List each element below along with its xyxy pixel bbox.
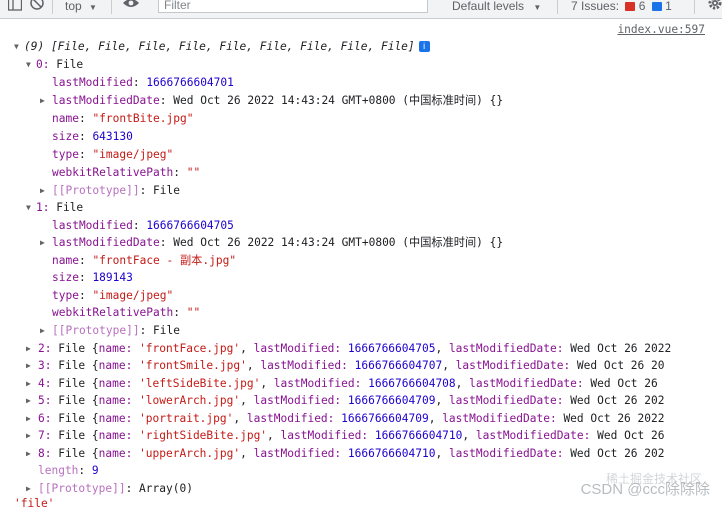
prop-last-modified: lastModified: 1666766604705 xyxy=(52,219,234,232)
context-label: top xyxy=(65,0,82,13)
context-selector[interactable]: top ▼ xyxy=(65,0,97,14)
prop-type: type: "image/jpeg" xyxy=(52,148,174,161)
expand-arrow-icon[interactable]: ▶ xyxy=(26,427,38,444)
collapsed-entry[interactable]: ▶ 6: File {name: 'portrait.jpg', lastModi… xyxy=(26,410,664,427)
info-count: 1 xyxy=(665,0,672,13)
prop-size: size: 643130 xyxy=(52,130,133,143)
expand-arrow-icon[interactable]: ▶ xyxy=(26,357,38,374)
info-badge-icon xyxy=(651,2,662,11)
prop-value: Wed Oct 26 2022 14:43:24 GMT+0800 (中国标准时… xyxy=(173,94,504,107)
info-icon[interactable]: i xyxy=(418,41,430,52)
prop-value: 9 xyxy=(91,464,99,477)
entry-key: 1: xyxy=(36,201,57,214)
prop-value: File xyxy=(153,324,180,337)
prop-size: size: 189143 xyxy=(52,271,133,284)
errors-count: 6 xyxy=(638,0,646,13)
issues-button[interactable]: 7 Issues: 6 1 xyxy=(571,0,672,14)
expand-arrow-icon[interactable]: ▶ xyxy=(26,392,38,409)
watermark-csdn: CSDN @ccc除除除 xyxy=(580,481,710,498)
prop-prototype[interactable]: ▶ [[Prototype]]: File xyxy=(40,322,180,339)
entry-type: File xyxy=(56,201,84,214)
prop-type: type: "image/jpeg" xyxy=(52,289,174,302)
prop-prototype[interactable]: ▶ [[Prototype]]: File xyxy=(40,182,180,199)
prop-value: 643130 xyxy=(92,130,133,143)
expand-arrow-icon[interactable]: ▼ xyxy=(14,38,24,55)
source-link[interactable]: index.vue:597 xyxy=(617,23,705,36)
log-output: 'file' xyxy=(14,497,55,510)
prop-last-modified-date[interactable]: ▶ lastModifiedDate: Wed Oct 26 2022 14:43… xyxy=(40,92,503,109)
expand-arrow-icon[interactable]: ▼ xyxy=(26,56,36,73)
prop-length: length: 9 xyxy=(38,464,99,477)
log-levels-dropdown[interactable]: Default levels ▼ xyxy=(452,0,541,14)
prop-value: "image/jpeg" xyxy=(92,289,174,302)
prop-last-modified-date[interactable]: ▶ lastModifiedDate: Wed Oct 26 2022 14:43… xyxy=(40,234,503,251)
prop-value: "" xyxy=(186,306,201,319)
expand-arrow-icon[interactable]: ▶ xyxy=(26,445,38,462)
entry-0-header[interactable]: ▼ 0: File xyxy=(26,56,83,73)
error-badge-icon xyxy=(625,2,636,11)
filter-field[interactable] xyxy=(158,0,428,13)
prop-value: "" xyxy=(186,166,201,179)
settings-gear-icon[interactable] xyxy=(708,0,722,14)
expand-arrow-icon[interactable]: ▶ xyxy=(40,182,52,199)
expand-arrow-icon[interactable]: ▶ xyxy=(40,92,52,109)
prop-last-modified: lastModified: 1666766604701 xyxy=(52,76,234,89)
collapsed-entry[interactable]: ▶ 4: File {name: 'leftSideBite.jpg', last… xyxy=(26,375,658,392)
console-toolbar: top ▼ Default levels ▼ 7 Issues: 6 1 xyxy=(0,0,722,19)
collapsed-entry[interactable]: ▶ 5: File {name: 'lowerArch.jpg', lastMod… xyxy=(26,392,664,409)
entry-key: 0: xyxy=(36,58,57,71)
expand-arrow-icon[interactable]: ▼ xyxy=(26,199,36,216)
prop-name: name: "frontBite.jpg" xyxy=(52,112,194,125)
expand-arrow-icon[interactable]: ▶ xyxy=(40,234,52,251)
dropdown-caret-icon: ▼ xyxy=(89,3,97,12)
filter-input[interactable] xyxy=(159,0,424,12)
prop-value: File xyxy=(153,184,180,197)
collapsed-entry[interactable]: ▶ 3: File {name: 'frontSmile.jpg', lastMo… xyxy=(26,357,664,374)
prop-value: 1666766604701 xyxy=(146,76,234,89)
eye-icon[interactable] xyxy=(122,0,140,14)
levels-label: Default levels xyxy=(452,0,525,13)
dropdown-caret-icon: ▼ xyxy=(533,3,542,12)
prop-value: 1666766604705 xyxy=(146,219,234,232)
prop-value: "frontBite.jpg" xyxy=(92,112,194,125)
clear-console-icon[interactable] xyxy=(30,0,44,14)
collapsed-entry[interactable]: ▶ 8: File {name: 'upperArch.jpg', lastMod… xyxy=(26,445,664,462)
expand-arrow-icon[interactable]: ▶ xyxy=(26,340,38,357)
prop-value: Wed Oct 26 2022 14:43:24 GMT+0800 (中国标准时… xyxy=(173,236,504,249)
array-header[interactable]: ▼ (9) [File, File, File, File, File, File… xyxy=(14,38,430,55)
entry-type: File xyxy=(56,58,84,71)
prop-webkit-relative-path: webkitRelativePath: "" xyxy=(52,166,201,179)
expand-arrow-icon[interactable]: ▶ xyxy=(26,375,38,392)
collapsed-entry[interactable]: ▶ 7: File {name: 'rightSideBite.jpg', las… xyxy=(26,427,664,444)
entry-1-header[interactable]: ▼ 1: File xyxy=(26,199,83,216)
collapsed-entry[interactable]: ▶ 2: File {name: 'frontFace.jpg', lastMod… xyxy=(26,340,671,357)
expand-arrow-icon[interactable]: ▶ xyxy=(40,322,52,339)
array-summary: (9) [File, File, File, File, File, File,… xyxy=(24,40,415,53)
issues-label: 7 Issues: xyxy=(571,0,620,13)
prop-value: 189143 xyxy=(92,271,133,284)
prop-name: name: "frontFace - 副本.jpg" xyxy=(52,254,237,267)
prop-value: "frontFace - 副本.jpg" xyxy=(92,254,237,267)
prop-webkit-relative-path: webkitRelativePath: "" xyxy=(52,306,201,319)
expand-arrow-icon[interactable]: ▶ xyxy=(26,410,38,427)
prop-value: Array(0) xyxy=(139,482,193,495)
sidebar-icon[interactable] xyxy=(7,0,23,14)
prop-value: "image/jpeg" xyxy=(92,148,174,161)
